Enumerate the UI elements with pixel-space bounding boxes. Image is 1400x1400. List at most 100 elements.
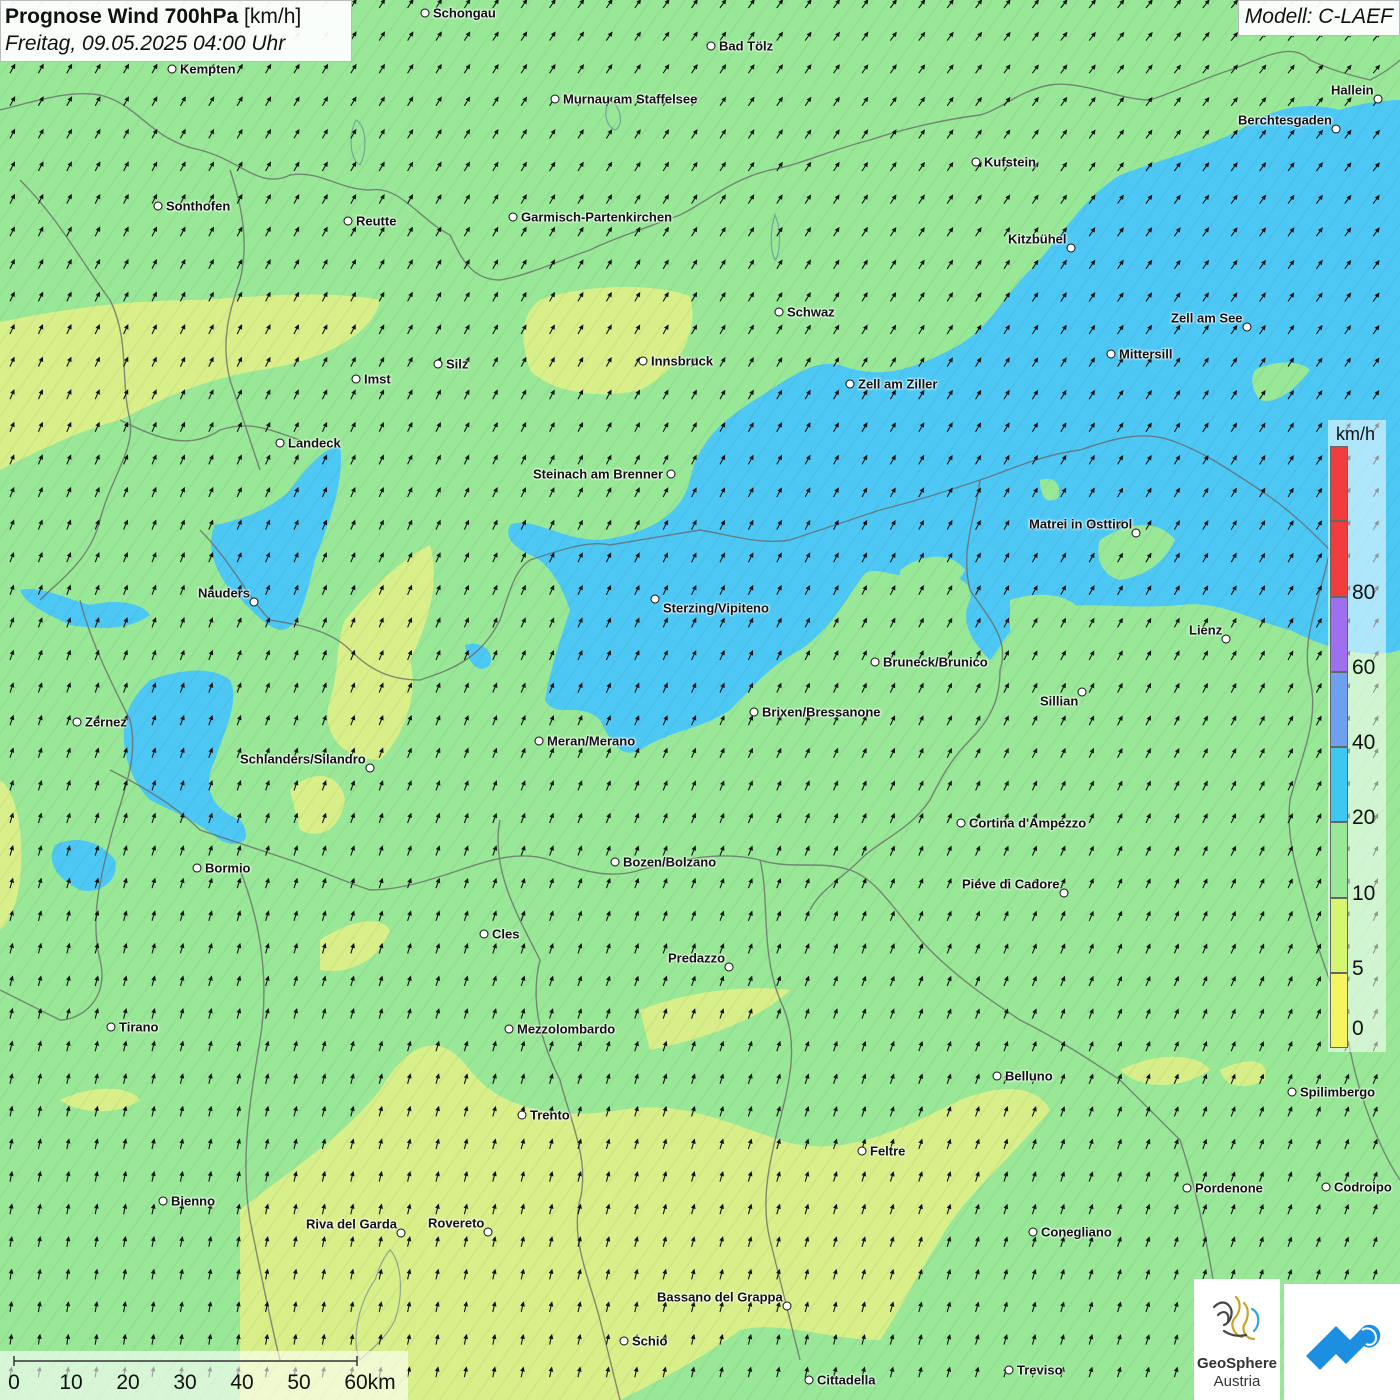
city-marker [504,1024,514,1034]
city-label: Zernez [85,714,127,730]
city-label: Predazzo [668,950,726,966]
legend-segment [1330,596,1348,672]
city-marker [249,597,259,607]
city-marker [1028,1227,1038,1237]
geosphere-country: Austria [1213,1373,1261,1390]
city-label: Imst [364,371,391,387]
city-label: Meran/Merano [547,733,636,749]
city-label: Murnau am Staffelsee [563,91,698,107]
city-marker [1182,1183,1192,1193]
city-marker [1321,1182,1331,1192]
geosphere-logo[interactable]: GeoSphere Austria [1194,1279,1280,1400]
city-marker [365,763,375,773]
city-marker [106,1022,116,1032]
city-label: Pieve di Cadore [962,876,1060,892]
city-label: Bienno [171,1193,216,1209]
city-marker [610,857,620,867]
city-label: Zell am See [1171,310,1243,326]
legend-color-bar [1330,446,1348,1048]
city-marker [749,707,759,717]
city-label: Cles [492,926,520,942]
city-marker [396,1228,406,1238]
warnapp-logo[interactable] [1284,1284,1400,1400]
legend-tick-label: 60 [1352,655,1376,679]
city-label: Bozen/Bolzano [623,854,717,870]
city-label: Hallein [1331,82,1374,98]
city-label: Riva del Garda [306,1216,398,1232]
city-marker [992,1071,1002,1081]
legend-segment [1330,671,1348,747]
scale-label: 0 [8,1371,20,1394]
city-label: Rovereto [428,1215,485,1231]
city-marker [619,1336,629,1346]
city-label: Schio [632,1333,668,1349]
city-label: Sonthofen [166,198,231,214]
city-marker [1066,243,1076,253]
city-marker [1221,634,1231,644]
city-marker [534,736,544,746]
city-marker [153,201,163,211]
city-marker [508,212,518,222]
legend-tick-label: 20 [1352,806,1376,830]
scale-label: 40 [230,1371,254,1394]
city-marker [638,356,648,366]
city-marker [1242,322,1252,332]
legend-unit: km/h [1336,424,1376,444]
city-label: Lienz [1189,622,1223,638]
legend-tick-label: 0 [1352,1017,1364,1041]
city-label: Silz [446,356,469,372]
city-label: Schlanders/Silandro [240,751,366,767]
city-marker [167,64,177,74]
city-label: Treviso [1017,1362,1063,1378]
city-label: Trento [530,1107,570,1123]
city-marker [1106,349,1116,359]
city-marker [192,863,202,873]
city-label: Spilimbergo [1300,1084,1376,1100]
city-label: Codroipo [1334,1179,1392,1195]
city-label: Kempten [180,61,236,77]
city-label: Matrei in Osttirol [1029,516,1133,532]
scale-label: 60km [344,1371,396,1394]
city-label: Sterzing/Vipiteno [663,600,769,616]
city-label: Pordenone [1195,1180,1263,1196]
city-marker [956,818,966,828]
city-label: Schongau [433,5,496,21]
city-marker [479,929,489,939]
geosphere-emblem-icon [1212,1295,1260,1341]
city-marker [724,962,734,972]
city-label: Conegliano [1041,1224,1112,1240]
city-label: Schwaz [787,304,835,320]
city-marker [782,1301,792,1311]
city-marker [666,469,676,479]
legend-tick-label: 5 [1352,956,1364,980]
city-label: Steinach am Brenner [533,466,664,482]
city-label: Tirano [119,1019,159,1035]
color-legend: km/h 0 5 10 20 40 60 80 [1328,420,1386,1052]
city-label: Bormio [205,860,251,876]
scale-label: 30 [173,1371,197,1394]
city-label: Innsbruck [651,353,714,369]
city-label: Mittersill [1119,346,1173,362]
city-label: Cittadella [817,1372,876,1388]
city-marker [517,1110,527,1120]
scale-label: 50 [287,1371,311,1394]
city-marker [1004,1365,1014,1375]
city-marker [857,1146,867,1156]
city-label: Landeck [288,435,341,451]
city-label: Zell am Ziller [858,376,938,392]
city-marker [706,41,716,51]
city-marker [433,359,443,369]
city-marker [1287,1087,1297,1097]
city-marker [1331,124,1341,134]
legend-tick-label: 10 [1352,881,1376,905]
city-marker [1131,528,1141,538]
legend-segment [1330,972,1348,1048]
cloud-arrow-icon [1306,1324,1381,1370]
legend-segment [1330,822,1348,898]
map-title-box: Prognose Wind 700hPa [km/h] Freitag, 09.… [0,0,352,62]
map-title: Prognose Wind 700hPa [5,5,239,28]
city-marker [971,157,981,167]
wind-map[interactable]: Prognose Wind 700hPa [km/h] Freitag, 09.… [0,0,1400,1400]
city-label: Kitzbühel [1008,231,1067,247]
city-marker [870,657,880,667]
